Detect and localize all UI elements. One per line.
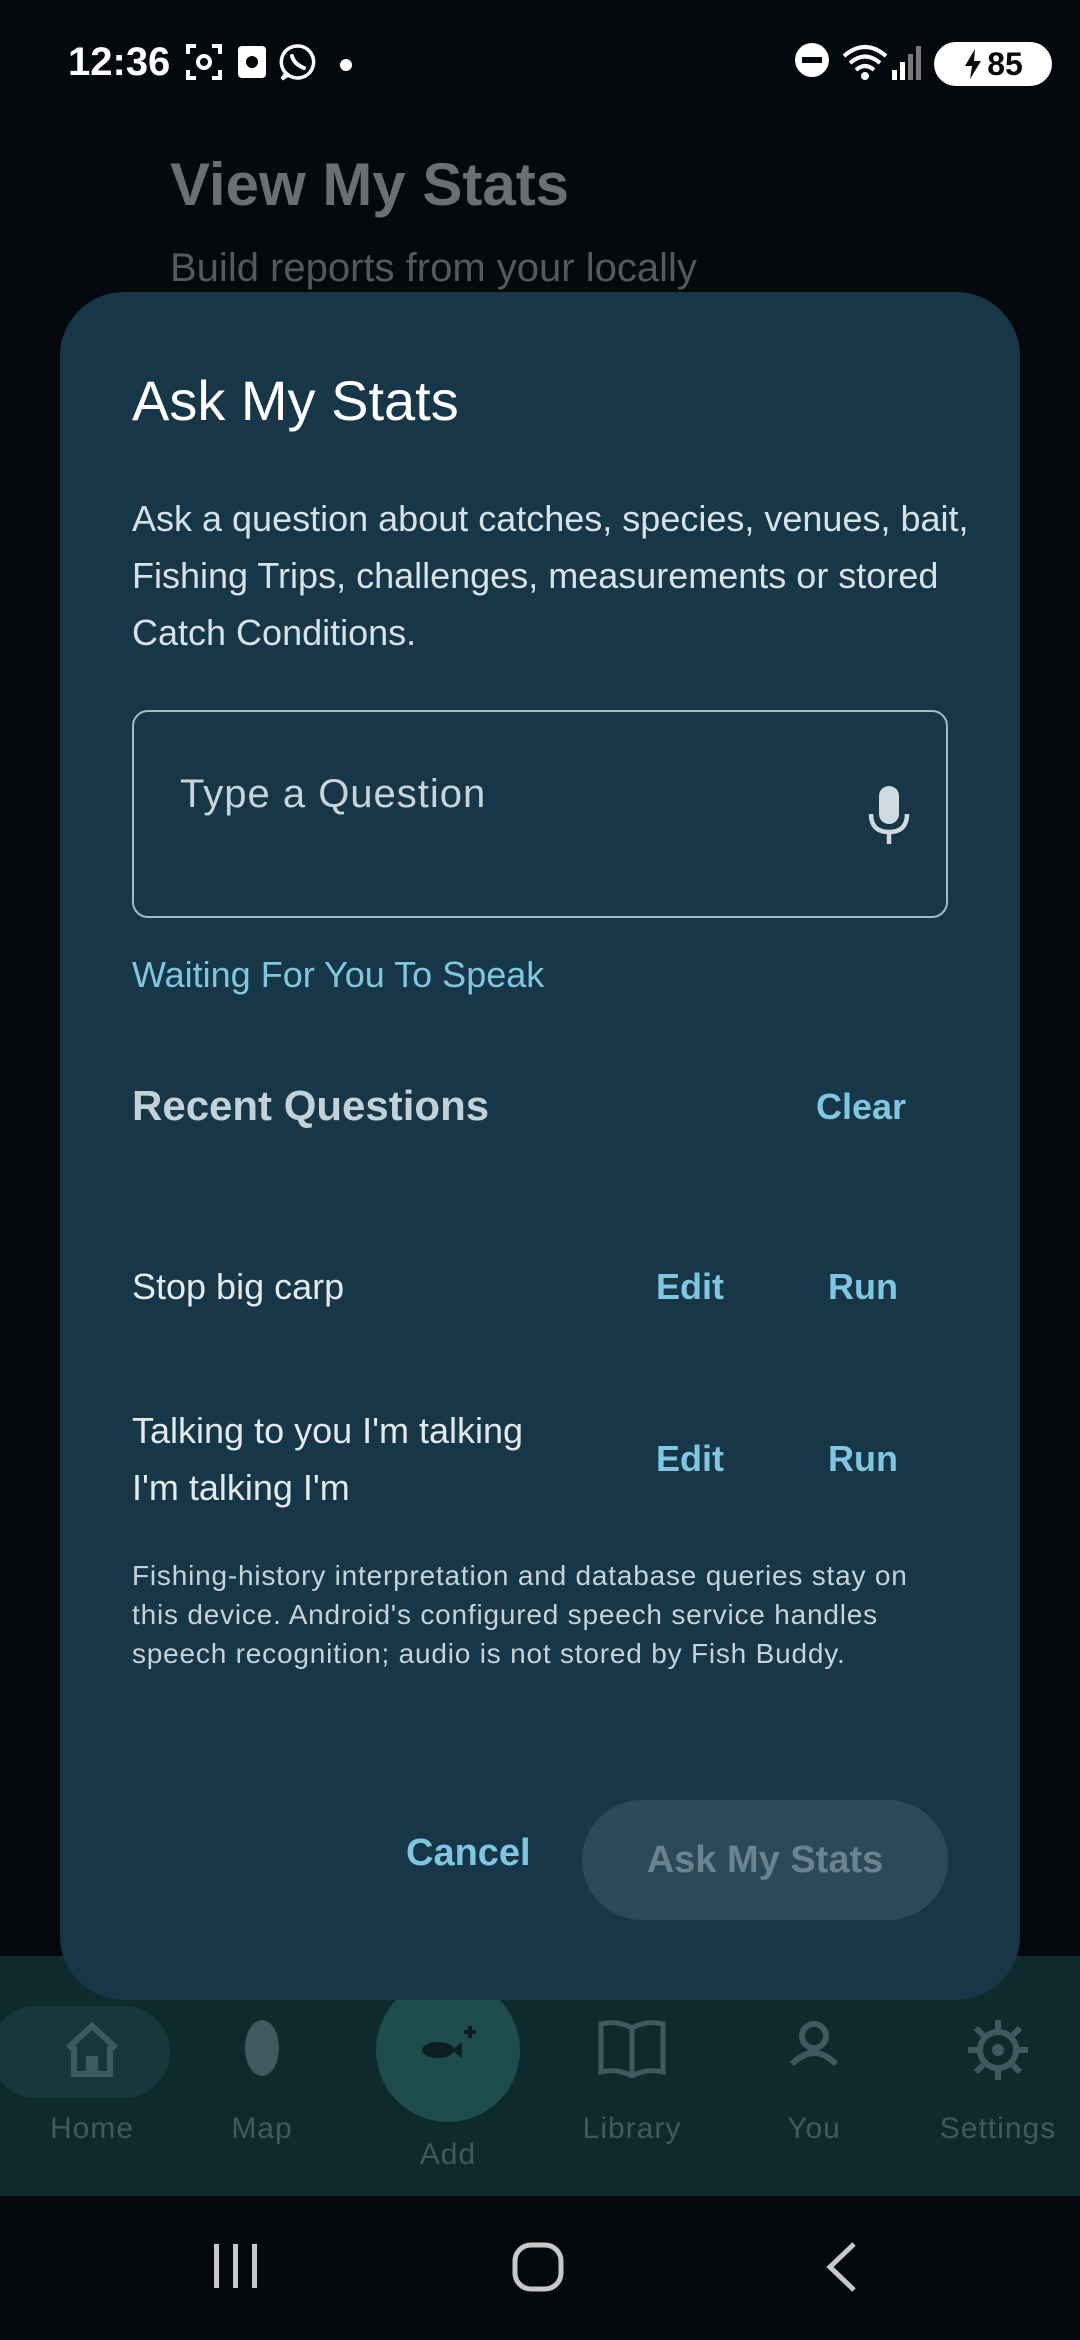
signal-icon [892, 42, 922, 87]
recent-questions-heading: Recent Questions [132, 1082, 490, 1129]
ask-my-stats-button[interactable]: Ask My Stats [582, 1800, 948, 1920]
map-pin-icon [242, 2018, 282, 2087]
do-not-disturb-icon [794, 42, 830, 83]
background-page-title: View My Stats [170, 151, 570, 218]
privacy-note: Fishing-history interpretation and datab… [132, 1560, 908, 1669]
clear-recent-button[interactable]: Clear [816, 1086, 906, 1128]
charging-icon [965, 49, 982, 79]
run-question-button[interactable]: Run [828, 1266, 898, 1308]
screenshot-icon [184, 42, 224, 87]
system-navigation-bar [0, 2196, 1080, 2340]
microphone-icon [868, 786, 910, 844]
recent-apps-icon[interactable] [212, 2240, 260, 2297]
battery-indicator: 85 [934, 42, 1052, 86]
fish-add-icon [418, 2024, 478, 2073]
home-system-icon[interactable] [512, 2240, 566, 2299]
wifi-icon [842, 42, 888, 87]
recent-question-text: Stop big carp [132, 1266, 345, 1307]
dialog-description: Ask a question about catches, species, v… [132, 498, 969, 653]
microphone-button[interactable] [854, 778, 924, 854]
notification-dot-icon [340, 58, 352, 76]
home-icon [60, 2018, 124, 2087]
status-bar: 12:36 85 [0, 0, 1080, 128]
battery-level: 85 [987, 45, 1023, 82]
book-icon [597, 2018, 667, 2083]
run-question-button[interactable]: Run [828, 1438, 898, 1480]
person-icon [786, 2018, 842, 2079]
edit-question-button[interactable]: Edit [656, 1266, 724, 1308]
recent-question-text: Talking to you I'm talking I'm talking I… [132, 1410, 524, 1508]
whatsapp-icon [278, 42, 318, 87]
status-time: 12:36 [68, 40, 171, 84]
back-icon[interactable] [822, 2240, 862, 2299]
background-page-subtitle: Build reports from your locally [170, 246, 697, 290]
media-icon [236, 42, 268, 87]
cancel-button[interactable]: Cancel [406, 1832, 531, 1875]
edit-question-button[interactable]: Edit [656, 1438, 724, 1480]
dialog-title: Ask My Stats [132, 369, 459, 432]
ask-my-stats-dialog: Ask My Stats Ask a question about catche… [60, 292, 1020, 2000]
nav-label: Settings [939, 2112, 1057, 2145]
question-input[interactable] [180, 772, 840, 817]
gear-icon [966, 2018, 1030, 2087]
nav-label-add: Add [419, 2138, 477, 2171]
speech-status: Waiting For You To Speak [132, 954, 545, 995]
question-field[interactable] [132, 710, 948, 918]
